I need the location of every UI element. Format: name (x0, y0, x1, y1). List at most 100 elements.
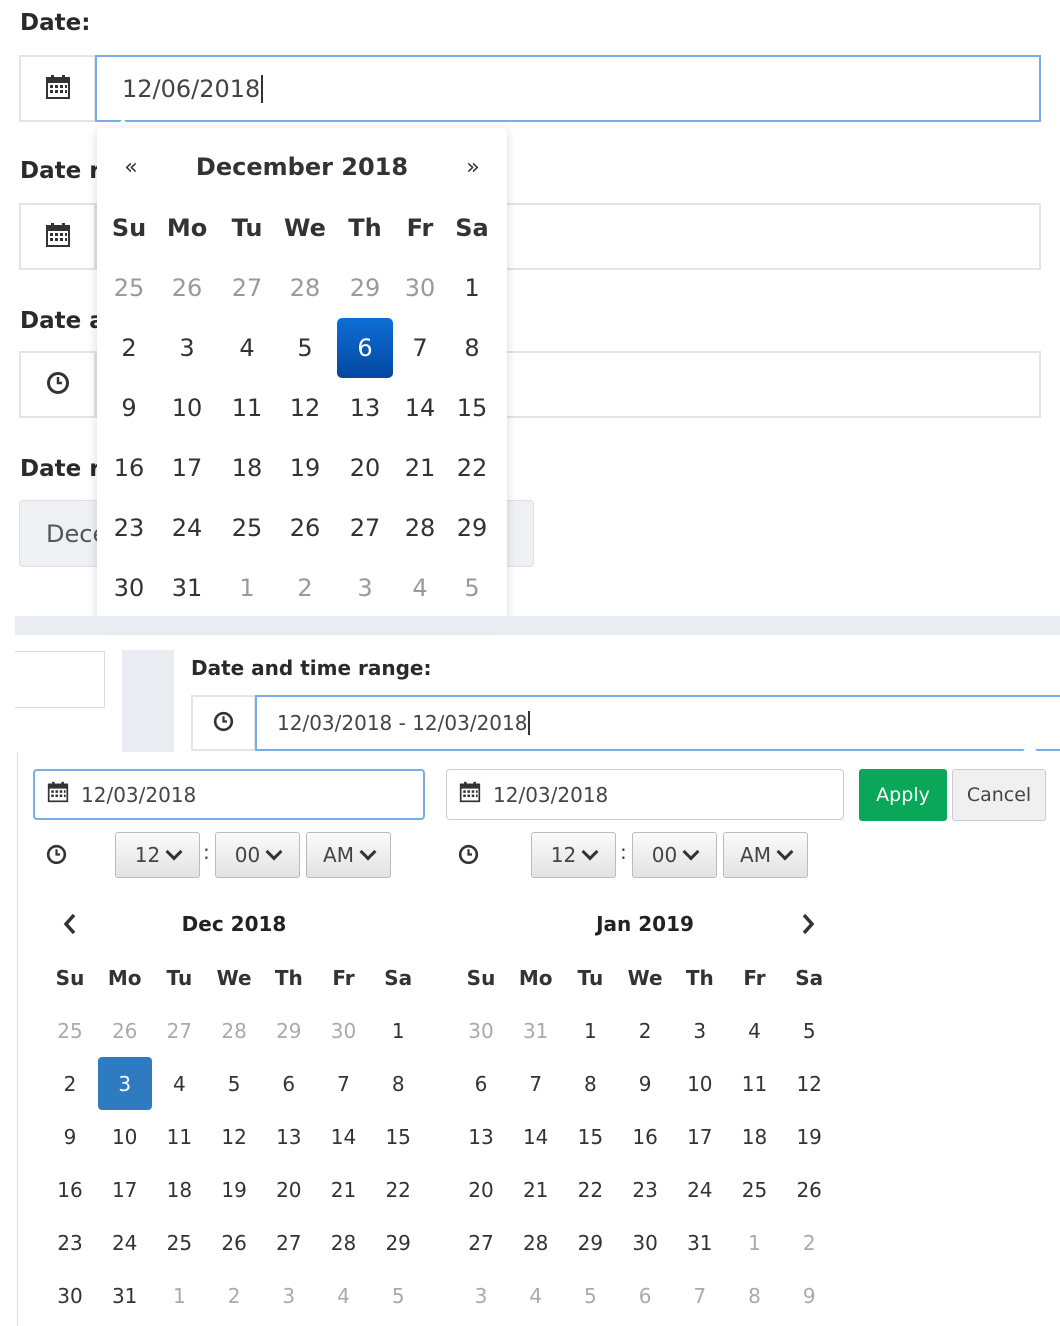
next-month-button[interactable] (793, 904, 823, 944)
day-cell[interactable]: 13 (454, 1110, 508, 1163)
day-cell[interactable]: 28 (509, 1216, 563, 1269)
day-cell[interactable]: 22 (563, 1163, 617, 1216)
day-cell[interactable]: 30 (454, 1004, 508, 1057)
day-cell[interactable]: 23 (43, 1216, 97, 1269)
day-cell[interactable]: 26 (98, 1004, 152, 1057)
day-cell[interactable]: 25 (728, 1163, 782, 1216)
day-cell[interactable]: 21 (317, 1163, 371, 1216)
day-cell[interactable]: 16 (43, 1163, 97, 1216)
day-cell[interactable]: 13 (262, 1110, 316, 1163)
day-cell[interactable]: 26 (159, 258, 215, 318)
day-cell[interactable]: 21 (509, 1163, 563, 1216)
day-cell[interactable]: 17 (98, 1163, 152, 1216)
day-cell[interactable]: 31 (159, 558, 215, 618)
day-cell[interactable]: 14 (317, 1110, 371, 1163)
day-cell[interactable]: 23 (618, 1163, 672, 1216)
day-cell[interactable]: 20 (337, 438, 393, 498)
day-cell[interactable]: 15 (563, 1110, 617, 1163)
day-cell[interactable]: 31 (509, 1004, 563, 1057)
day-cell[interactable]: 1 (563, 1004, 617, 1057)
day-cell[interactable]: 22 (371, 1163, 425, 1216)
end-date-input[interactable]: 12/03/2018 (446, 769, 844, 820)
day-cell[interactable]: 9 (782, 1269, 836, 1322)
day-cell[interactable]: 11 (728, 1057, 782, 1110)
day-cell[interactable]: 28 (207, 1004, 261, 1057)
day-cell[interactable]: 4 (509, 1269, 563, 1322)
day-cell[interactable]: 2 (207, 1269, 261, 1322)
day-cell[interactable]: 4 (219, 318, 275, 378)
day-cell[interactable]: 27 (337, 498, 393, 558)
start-date-input[interactable]: 12/03/2018 (33, 769, 425, 820)
day-cell[interactable]: 30 (317, 1004, 371, 1057)
day-cell[interactable]: 7 (509, 1057, 563, 1110)
day-cell[interactable]: 27 (454, 1216, 508, 1269)
day-cell[interactable]: 4 (728, 1004, 782, 1057)
day-cell[interactable]: 6 (618, 1269, 672, 1322)
day-cell[interactable]: 3 (454, 1269, 508, 1322)
day-cell[interactable]: 25 (219, 498, 275, 558)
day-cell[interactable]: 2 (101, 318, 157, 378)
cancel-button[interactable]: Cancel (952, 769, 1046, 821)
day-cell[interactable]: 2 (277, 558, 333, 618)
day-cell[interactable]: 7 (673, 1269, 727, 1322)
prev-month-button[interactable] (55, 904, 85, 944)
day-cell[interactable]: 30 (392, 258, 448, 318)
day-cell[interactable]: 29 (337, 258, 393, 318)
day-cell[interactable]: 5 (444, 558, 500, 618)
day-cell[interactable]: 9 (101, 378, 157, 438)
day-cell[interactable]: 12 (207, 1110, 261, 1163)
day-cell[interactable]: 17 (673, 1110, 727, 1163)
day-cell[interactable]: 9 (618, 1057, 672, 1110)
partial-input[interactable] (15, 651, 105, 708)
day-cell[interactable]: 3 (159, 318, 215, 378)
day-cell[interactable]: 29 (371, 1216, 425, 1269)
day-cell[interactable]: 16 (618, 1110, 672, 1163)
day-cell[interactable]: 28 (277, 258, 333, 318)
day-cell[interactable]: 19 (277, 438, 333, 498)
end-ampm-select[interactable]: AM (723, 832, 808, 878)
day-cell[interactable]: 28 (392, 498, 448, 558)
day-cell[interactable]: 3 (337, 558, 393, 618)
prev-month-button[interactable]: « (113, 142, 149, 192)
day-cell[interactable]: 15 (444, 378, 500, 438)
day-cell[interactable]: 9 (43, 1110, 97, 1163)
day-cell[interactable]: 1 (371, 1004, 425, 1057)
day-cell[interactable]: 27 (219, 258, 275, 318)
day-cell[interactable]: 7 (392, 318, 448, 378)
end-minute-select[interactable]: 00 (632, 832, 717, 878)
day-cell[interactable]: 25 (43, 1004, 97, 1057)
day-cell[interactable]: 4 (317, 1269, 371, 1322)
start-ampm-select[interactable]: AM (306, 832, 391, 878)
day-cell[interactable]: 3 (673, 1004, 727, 1057)
day-cell[interactable]: 20 (454, 1163, 508, 1216)
day-cell[interactable]: 4 (392, 558, 448, 618)
day-cell[interactable]: 6 (454, 1057, 508, 1110)
day-cell[interactable]: 21 (392, 438, 448, 498)
end-hour-select[interactable]: 12 (531, 832, 616, 878)
day-cell[interactable]: 26 (277, 498, 333, 558)
day-cell[interactable]: 31 (673, 1216, 727, 1269)
start-minute-select[interactable]: 00 (215, 832, 300, 878)
day-cell[interactable]: 19 (782, 1110, 836, 1163)
day-cell[interactable]: 5 (371, 1269, 425, 1322)
day-cell[interactable]: 5 (782, 1004, 836, 1057)
day-cell[interactable]: 2 (782, 1216, 836, 1269)
date-input[interactable]: 12/06/2018 (95, 55, 1041, 122)
day-cell[interactable]: 1 (219, 558, 275, 618)
day-cell[interactable]: 12 (782, 1057, 836, 1110)
day-cell[interactable]: 31 (98, 1269, 152, 1322)
day-cell[interactable]: 16 (101, 438, 157, 498)
selected-day[interactable]: 6 (337, 318, 393, 378)
day-cell[interactable]: 10 (673, 1057, 727, 1110)
day-cell[interactable]: 22 (444, 438, 500, 498)
day-cell[interactable]: 18 (219, 438, 275, 498)
day-cell[interactable]: 15 (371, 1110, 425, 1163)
day-cell[interactable]: 30 (618, 1216, 672, 1269)
day-cell[interactable]: 27 (262, 1216, 316, 1269)
day-cell[interactable]: 8 (444, 318, 500, 378)
day-cell[interactable]: 8 (728, 1269, 782, 1322)
day-cell[interactable]: 5 (563, 1269, 617, 1322)
day-cell[interactable]: 6 (262, 1057, 316, 1110)
day-cell[interactable]: 24 (673, 1163, 727, 1216)
day-cell[interactable]: 7 (317, 1057, 371, 1110)
